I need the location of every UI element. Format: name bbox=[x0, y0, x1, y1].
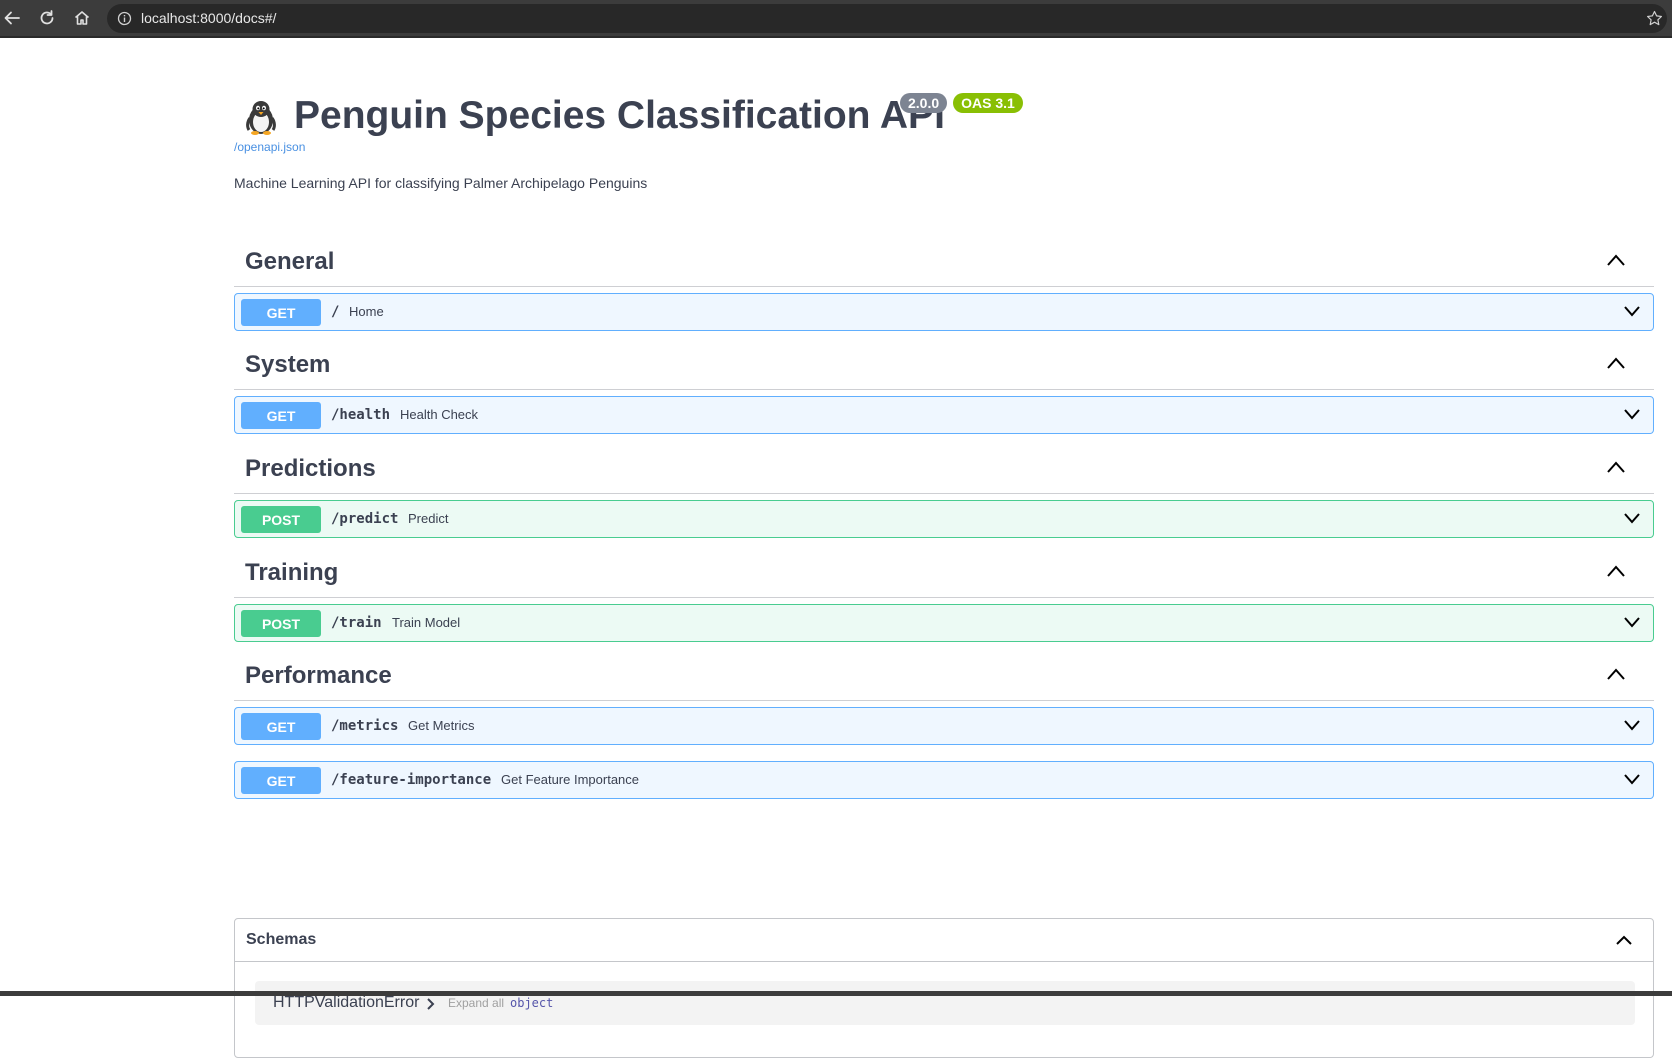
operation-summary[interactable]: Health Check bbox=[400, 407, 478, 422]
operation-summary[interactable]: Get Feature Importance bbox=[501, 772, 639, 787]
tag-header[interactable]: Training bbox=[234, 547, 1654, 598]
oas-badge: OAS 3.1 bbox=[953, 93, 1023, 113]
schema-model-type: object bbox=[510, 996, 554, 1010]
schema-model[interactable]: HTTPValidationError Expand all object bbox=[255, 981, 1635, 1025]
tag-section-predictions: Predictions POST/predict Predict bbox=[234, 443, 1654, 554]
api-description: Machine Learning API for classifying Pal… bbox=[234, 175, 648, 191]
operation-get-metrics[interactable]: GET/metrics Get Metrics bbox=[234, 707, 1654, 745]
chevron-right-icon[interactable] bbox=[426, 998, 436, 1010]
schema-model-name[interactable]: HTTPValidationError bbox=[273, 994, 419, 1012]
api-info: Penguin Species Classification API 2.0.0… bbox=[234, 38, 1654, 198]
tag-title[interactable]: General bbox=[245, 248, 334, 276]
tag-title[interactable]: Performance bbox=[245, 662, 392, 690]
http-method-badge[interactable]: GET bbox=[241, 402, 321, 429]
operation-summary[interactable]: Get Metrics bbox=[408, 718, 474, 733]
operation-path[interactable]: /metrics bbox=[331, 718, 398, 734]
operation-post-train[interactable]: POST/train Train Model bbox=[234, 604, 1654, 642]
operation-path[interactable]: /predict bbox=[331, 511, 398, 527]
operation-get-feature-importance[interactable]: GET/feature-importance Get Feature Import… bbox=[234, 761, 1654, 799]
http-method-badge[interactable]: POST bbox=[241, 610, 321, 637]
operation-summary[interactable]: Home bbox=[349, 304, 384, 319]
bookmark-star-icon[interactable] bbox=[1646, 10, 1663, 27]
operation-post-predict[interactable]: POST/predict Predict bbox=[234, 500, 1654, 538]
version-badge: 2.0.0 bbox=[900, 93, 948, 113]
tag-section-performance: Performance GET/metrics Get Metrics GET/fea… bbox=[234, 650, 1654, 815]
window-bottom-edge bbox=[0, 991, 1672, 996]
operation-path[interactable]: / bbox=[331, 304, 339, 320]
tag-title[interactable]: Training bbox=[245, 559, 338, 587]
chevron-down-icon[interactable] bbox=[1623, 772, 1641, 786]
chevron-down-icon[interactable] bbox=[1623, 615, 1641, 629]
tag-header[interactable]: Predictions bbox=[234, 443, 1654, 494]
tag-header[interactable]: Performance bbox=[234, 650, 1654, 701]
operation-get-health[interactable]: GET/health Health Check bbox=[234, 396, 1654, 434]
operation-summary[interactable]: Train Model bbox=[392, 615, 460, 630]
reload-icon[interactable] bbox=[36, 7, 58, 29]
chevron-up-icon[interactable] bbox=[1606, 564, 1626, 578]
home-icon[interactable] bbox=[71, 7, 93, 29]
version-badges: 2.0.0 OAS 3.1 bbox=[900, 93, 1023, 113]
operation-path[interactable]: /train bbox=[331, 615, 382, 631]
tag-header[interactable]: General bbox=[234, 236, 1654, 287]
http-method-badge[interactable]: GET bbox=[241, 767, 321, 794]
operation-get-root[interactable]: GET / Home bbox=[234, 293, 1654, 331]
expand-all-button[interactable]: Expand all bbox=[448, 996, 504, 1010]
chevron-up-icon[interactable] bbox=[1606, 253, 1626, 267]
operation-path[interactable]: /feature-importance bbox=[331, 772, 491, 788]
chevron-up-icon[interactable] bbox=[1606, 460, 1626, 474]
tag-section-system: System GET/health Health Check bbox=[234, 339, 1654, 450]
tag-title[interactable]: Predictions bbox=[245, 455, 376, 483]
back-icon[interactable] bbox=[1, 7, 23, 29]
http-method-badge[interactable]: GET bbox=[241, 299, 321, 326]
chevron-up-icon[interactable] bbox=[1615, 934, 1633, 946]
http-method-badge[interactable]: POST bbox=[241, 506, 321, 533]
openapi-json-link[interactable]: /openapi.json bbox=[234, 140, 305, 154]
browser-toolbar: localhost:8000/docs#/ bbox=[0, 0, 1672, 38]
page-title: Penguin Species Classification API bbox=[294, 94, 945, 137]
tag-section-training: Training POST/train Train Model bbox=[234, 547, 1654, 658]
url-text[interactable]: localhost:8000/docs#/ bbox=[141, 10, 276, 26]
penguin-icon bbox=[246, 101, 276, 135]
swagger-ui: Penguin Species Classification API 2.0.0… bbox=[234, 38, 1654, 1058]
http-method-badge[interactable]: GET bbox=[241, 713, 321, 740]
chevron-down-icon[interactable] bbox=[1623, 511, 1641, 525]
address-bar[interactable]: localhost:8000/docs#/ bbox=[107, 4, 1667, 33]
operation-summary[interactable]: Predict bbox=[408, 511, 448, 526]
tag-title[interactable]: System bbox=[245, 351, 330, 379]
schemas-header[interactable]: Schemas bbox=[235, 919, 1653, 962]
chevron-down-icon[interactable] bbox=[1623, 304, 1641, 318]
chevron-up-icon[interactable] bbox=[1606, 667, 1626, 681]
chevron-up-icon[interactable] bbox=[1606, 356, 1626, 370]
site-info-icon[interactable] bbox=[117, 11, 132, 26]
schemas-section: Schemas HTTPValidationError Expand all o… bbox=[234, 918, 1654, 1058]
chevron-down-icon[interactable] bbox=[1623, 718, 1641, 732]
operation-path[interactable]: /health bbox=[331, 407, 390, 423]
tag-header[interactable]: System bbox=[234, 339, 1654, 390]
tag-section-general: General GET / Home bbox=[234, 236, 1654, 347]
chevron-down-icon[interactable] bbox=[1623, 407, 1641, 421]
schemas-title: Schemas bbox=[246, 931, 317, 948]
